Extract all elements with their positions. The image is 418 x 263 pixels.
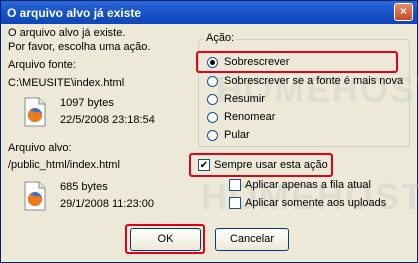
target-path: /public_html/index.html (8, 159, 120, 171)
radio-rename-label[interactable]: Renomear (224, 111, 275, 123)
radio-overwrite-label[interactable]: Sobrescrever (224, 56, 289, 68)
source-date: 22/5/2008 23:18:54 (60, 114, 155, 126)
source-path: C:\MEUSITE\index.html (8, 77, 125, 89)
radio-skip[interactable] (207, 130, 218, 141)
firefox-file-icon (23, 181, 47, 211)
title-bar[interactable]: O arquivo alvo já existe × (1, 1, 417, 24)
checkbox-uploads-only[interactable] (229, 197, 241, 209)
close-button[interactable]: × (394, 3, 413, 21)
radio-rename[interactable] (207, 112, 218, 123)
radio-skip-label[interactable]: Pular (224, 129, 250, 141)
message-line-2: Por favor, escolha uma ação. (8, 41, 151, 53)
radio-overwrite-if-newer[interactable] (207, 76, 218, 87)
radio-overwrite-if-newer-label[interactable]: Sobrescrever se a fonte é mais nova (224, 75, 403, 87)
radio-resume[interactable] (207, 94, 218, 105)
dialog-window: O arquivo alvo já existe × HOMEHOST HOME… (0, 0, 418, 263)
target-date: 29/1/2008 11:23:00 (60, 198, 154, 210)
target-label: Arquivo alvo: (8, 142, 72, 154)
cancel-button-label: Cancelar (229, 233, 275, 245)
ok-button-label: OK (157, 233, 174, 245)
checkbox-current-queue-label[interactable]: Aplicar apenas a fila atual (245, 179, 371, 191)
target-size: 685 bytes (60, 181, 108, 193)
close-icon: × (399, 4, 407, 18)
ok-button[interactable]: OK (130, 228, 201, 251)
checkbox-current-queue[interactable] (229, 179, 241, 191)
source-size: 1097 bytes (60, 97, 114, 109)
checkbox-uploads-only-label[interactable]: Aplicar somente aos uploads (245, 197, 386, 209)
checkbox-always-use[interactable] (198, 159, 210, 171)
action-legend: Ação: (204, 32, 237, 44)
firefox-file-icon (23, 97, 47, 127)
message-line-1: O arquivo alvo já existe. (8, 27, 126, 39)
source-label: Arquivo fonte: (8, 59, 76, 71)
window-title: O arquivo alvo já existe (7, 6, 142, 20)
cancel-button[interactable]: Cancelar (215, 228, 289, 251)
radio-resume-label[interactable]: Resumir (224, 93, 265, 105)
checkbox-always-use-label[interactable]: Sempre usar esta ação (214, 159, 328, 171)
radio-overwrite[interactable] (207, 57, 218, 68)
